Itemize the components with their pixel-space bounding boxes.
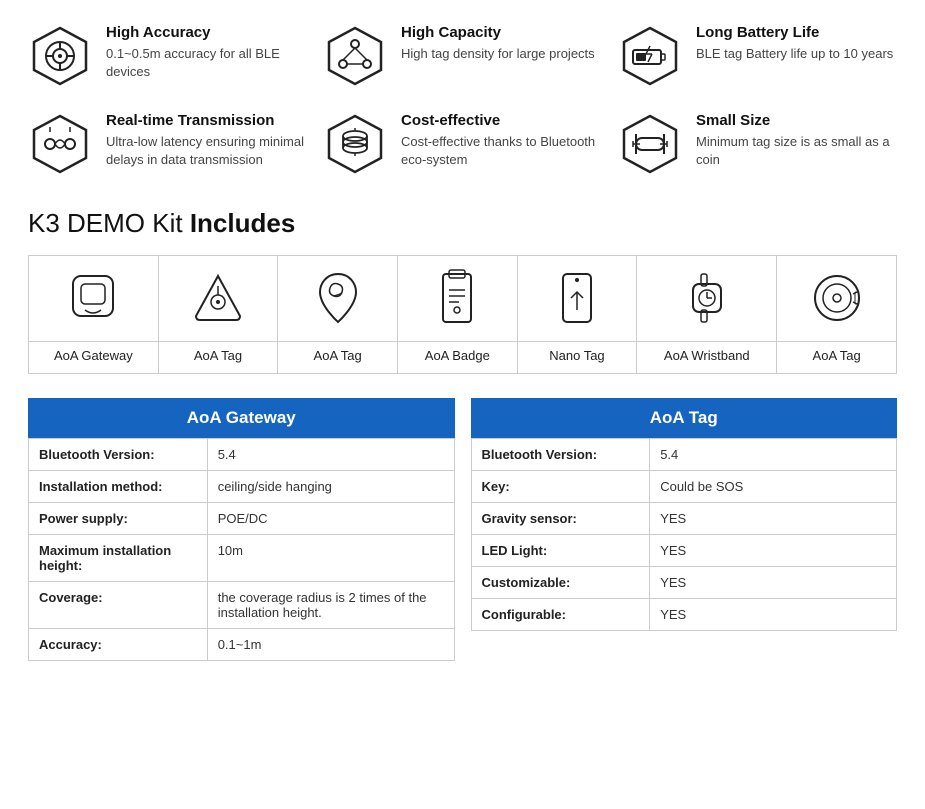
kit-tag-triangle-icon-cell — [158, 256, 278, 342]
gateway-row-5: Accuracy: 0.1~1m — [29, 629, 455, 661]
aoa-tag-spec-table: Bluetooth Version: 5.4 Key: Could be SOS… — [471, 438, 898, 631]
aoa-tag-spec-header: AoA Tag — [471, 398, 898, 438]
features-grid: High Accuracy 0.1~0.5m accuracy for all … — [28, 24, 897, 176]
feature-cost-effective-desc: Cost-effective thanks to Bluetooth eco-s… — [401, 133, 602, 169]
aoa-tag-row-5: Configurable: YES — [471, 599, 897, 631]
feature-cost-effective: Cost-effective Cost-effective thanks to … — [323, 112, 602, 176]
battery-icon — [618, 24, 682, 88]
demo-kit-title: K3 DEMO Kit Includes — [28, 208, 897, 239]
gateway-row-2: Power supply: POE/DC — [29, 503, 455, 535]
aoa-tag-value-4: YES — [650, 567, 897, 599]
feature-small-size-desc: Minimum tag size is as small as a coin — [696, 133, 897, 169]
feature-long-battery: Long Battery Life BLE tag Battery life u… — [618, 24, 897, 88]
gateway-label-0: Bluetooth Version: — [29, 439, 208, 471]
kit-label-badge: AoA Badge — [397, 342, 517, 374]
kit-icons-row — [29, 256, 897, 342]
feature-small-size: Small Size Minimum tag size is as small … — [618, 112, 897, 176]
feature-realtime-title: Real-time Transmission — [106, 112, 307, 129]
feature-high-capacity: High Capacity High tag density for large… — [323, 24, 602, 88]
coins-icon — [323, 112, 387, 176]
aoa-tag-row-1: Key: Could be SOS — [471, 471, 897, 503]
feature-high-accuracy-desc: 0.1~0.5m accuracy for all BLE devices — [106, 45, 307, 81]
resize-icon — [618, 112, 682, 176]
nodes-icon — [323, 24, 387, 88]
feature-high-capacity-desc: High tag density for large projects — [401, 45, 595, 63]
feature-high-capacity-text: High Capacity High tag density for large… — [401, 24, 595, 63]
gateway-label-3: Maximum installation height: — [29, 535, 208, 582]
gateway-row-0: Bluetooth Version: 5.4 — [29, 439, 455, 471]
kit-label-tag1: AoA Tag — [158, 342, 278, 374]
gateway-row-4: Coverage: the coverage radius is 2 times… — [29, 582, 455, 629]
kit-label-nano: Nano Tag — [517, 342, 637, 374]
feature-high-accuracy-text: High Accuracy 0.1~0.5m accuracy for all … — [106, 24, 307, 81]
aoa-tag-label-5: Configurable: — [471, 599, 650, 631]
aoa-tag-value-5: YES — [650, 599, 897, 631]
feature-realtime-text: Real-time Transmission Ultra-low latency… — [106, 112, 307, 169]
feature-small-size-title: Small Size — [696, 112, 897, 129]
gateway-value-0: 5.4 — [207, 439, 454, 471]
feature-realtime: Real-time Transmission Ultra-low latency… — [28, 112, 307, 176]
kit-label-wristband: AoA Wristband — [637, 342, 777, 374]
feature-long-battery-text: Long Battery Life BLE tag Battery life u… — [696, 24, 893, 63]
aoa-tag-label-0: Bluetooth Version: — [471, 439, 650, 471]
feature-high-accuracy-title: High Accuracy — [106, 24, 307, 41]
aoa-tag-label-1: Key: — [471, 471, 650, 503]
aoa-tag-row-2: Gravity sensor: YES — [471, 503, 897, 535]
aoa-tag-spec-block: AoA Tag Bluetooth Version: 5.4 Key: Coul… — [471, 398, 898, 661]
feature-realtime-desc: Ultra-low latency ensuring minimal delay… — [106, 133, 307, 169]
gateway-label-4: Coverage: — [29, 582, 208, 629]
feature-long-battery-title: Long Battery Life — [696, 24, 893, 41]
aoa-tag-value-1: Could be SOS — [650, 471, 897, 503]
gateway-label-2: Power supply: — [29, 503, 208, 535]
kit-tag-round-icon-cell — [777, 256, 897, 342]
aoa-tag-row-3: LED Light: YES — [471, 535, 897, 567]
aoa-tag-value-0: 5.4 — [650, 439, 897, 471]
gateway-value-4: the coverage radius is 2 times of the in… — [207, 582, 454, 629]
gateway-value-5: 0.1~1m — [207, 629, 454, 661]
transmission-icon — [28, 112, 92, 176]
gateway-spec-header: AoA Gateway — [28, 398, 455, 438]
kit-wristband-icon-cell — [637, 256, 777, 342]
kit-includes-table: AoA Gateway AoA Tag AoA Tag AoA Badge Na… — [28, 255, 897, 374]
gateway-label-5: Accuracy: — [29, 629, 208, 661]
gateway-spec-block: AoA Gateway Bluetooth Version: 5.4 Insta… — [28, 398, 455, 661]
gateway-value-3: 10m — [207, 535, 454, 582]
gateway-value-2: POE/DC — [207, 503, 454, 535]
feature-cost-effective-text: Cost-effective Cost-effective thanks to … — [401, 112, 602, 169]
aoa-tag-value-3: YES — [650, 535, 897, 567]
kit-label-tag2: AoA Tag — [278, 342, 398, 374]
feature-cost-effective-title: Cost-effective — [401, 112, 602, 129]
feature-small-size-text: Small Size Minimum tag size is as small … — [696, 112, 897, 169]
feature-long-battery-desc: BLE tag Battery life up to 10 years — [696, 45, 893, 63]
aoa-tag-label-3: LED Light: — [471, 535, 650, 567]
gateway-value-1: ceiling/side hanging — [207, 471, 454, 503]
kit-label-gateway: AoA Gateway — [29, 342, 159, 374]
gateway-row-1: Installation method: ceiling/side hangin… — [29, 471, 455, 503]
gateway-row-3: Maximum installation height: 10m — [29, 535, 455, 582]
feature-high-accuracy: High Accuracy 0.1~0.5m accuracy for all … — [28, 24, 307, 88]
kit-badge-icon-cell — [397, 256, 517, 342]
kit-label-tag3: AoA Tag — [777, 342, 897, 374]
kit-gateway-icon-cell — [29, 256, 159, 342]
aoa-tag-value-2: YES — [650, 503, 897, 535]
kit-labels-row: AoA Gateway AoA Tag AoA Tag AoA Badge Na… — [29, 342, 897, 374]
aoa-tag-row-4: Customizable: YES — [471, 567, 897, 599]
spec-section: AoA Gateway Bluetooth Version: 5.4 Insta… — [28, 398, 897, 661]
target-icon — [28, 24, 92, 88]
feature-high-capacity-title: High Capacity — [401, 24, 595, 41]
kit-nano-icon-cell — [517, 256, 637, 342]
gateway-label-1: Installation method: — [29, 471, 208, 503]
kit-tag-pin-icon-cell — [278, 256, 398, 342]
gateway-spec-table: Bluetooth Version: 5.4 Installation meth… — [28, 438, 455, 661]
aoa-tag-label-2: Gravity sensor: — [471, 503, 650, 535]
aoa-tag-row-0: Bluetooth Version: 5.4 — [471, 439, 897, 471]
aoa-tag-label-4: Customizable: — [471, 567, 650, 599]
